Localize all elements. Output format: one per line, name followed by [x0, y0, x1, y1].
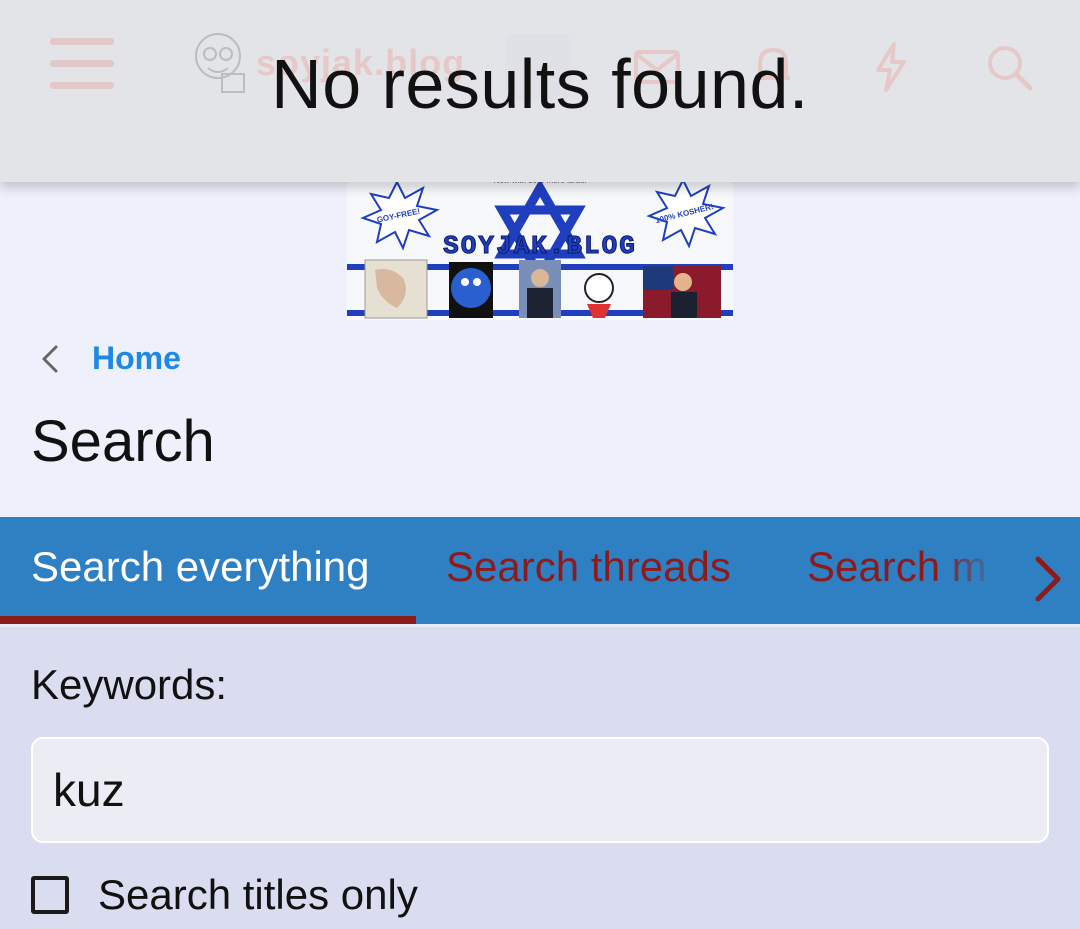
search-titles-only-label[interactable]: Search titles only: [98, 871, 418, 919]
site-banner[interactable]: Now with 50% more Israel GOY-FREE! 100% …: [347, 170, 733, 320]
chevron-left-icon: [42, 345, 58, 372]
toast-message: No results found.: [271, 45, 809, 123]
tab-search-everything[interactable]: Search everything: [31, 543, 370, 591]
page-title: Search: [31, 409, 215, 474]
breadcrumb-home-link[interactable]: Home: [92, 340, 181, 377]
active-tab-indicator: [0, 616, 416, 624]
search-form: Keywords: kuz Search titles only: [0, 627, 1080, 929]
chevron-right-icon[interactable]: [1028, 547, 1068, 607]
keywords-input[interactable]: kuz: [31, 737, 1049, 843]
keywords-label: Keywords:: [31, 661, 228, 708]
tab-search-more[interactable]: Search m: [807, 543, 997, 591]
breadcrumb[interactable]: Home: [36, 340, 181, 377]
search-titles-only-checkbox[interactable]: [31, 876, 69, 914]
tab-search-threads[interactable]: Search threads: [446, 543, 731, 591]
banner-title: SOYJAK.BLOG: [443, 231, 637, 261]
search-tabs: Search everything Search threads Search …: [0, 517, 1080, 627]
top-navigation-bar: soyjak.blog No results found.: [0, 0, 1080, 182]
